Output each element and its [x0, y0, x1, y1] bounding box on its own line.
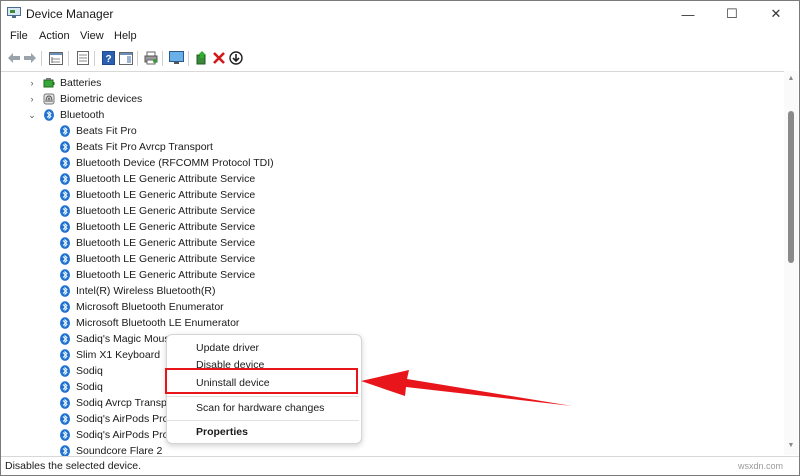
watermark-text: wsxdn.com: [738, 461, 784, 471]
red-arrow-shape: [361, 370, 572, 406]
red-arrow-annotation: [361, 370, 572, 406]
